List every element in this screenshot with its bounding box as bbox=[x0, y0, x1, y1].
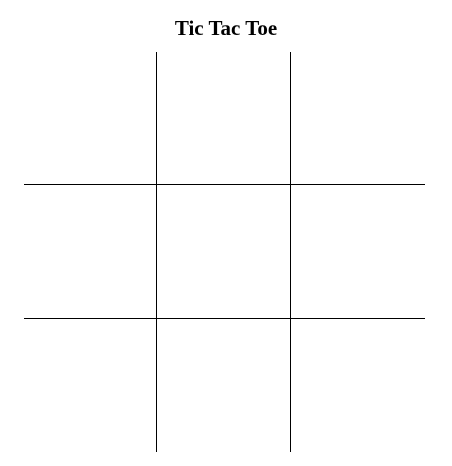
board-cell-3[interactable] bbox=[291, 52, 425, 185]
page-title: Tic Tac Toe bbox=[174, 16, 278, 40]
board-cell-8[interactable] bbox=[157, 319, 291, 452]
board-cell-6[interactable] bbox=[291, 185, 425, 319]
board-cell-5[interactable] bbox=[157, 185, 291, 319]
game-board bbox=[24, 52, 425, 452]
board-cell-4[interactable] bbox=[24, 185, 157, 319]
board-cell-2[interactable] bbox=[157, 52, 291, 185]
board-cell-7[interactable] bbox=[24, 319, 157, 452]
board-cell-1[interactable] bbox=[24, 52, 157, 185]
board-cell-9[interactable] bbox=[291, 319, 425, 452]
